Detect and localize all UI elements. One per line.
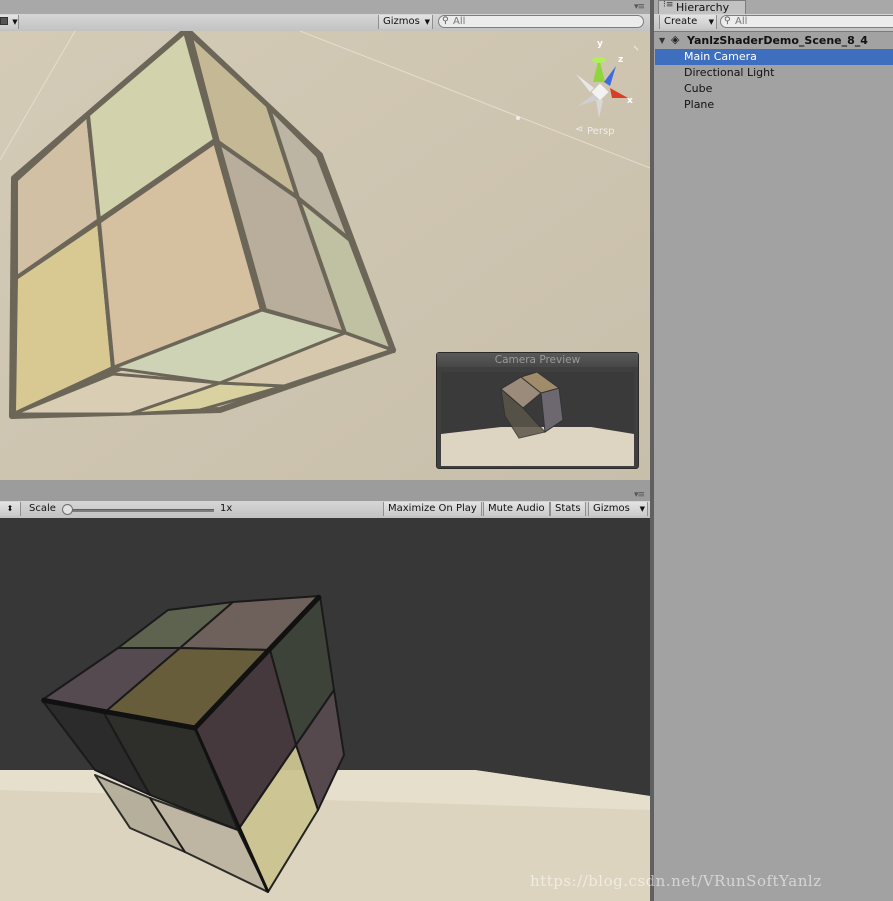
search-icon: ⚲: [442, 16, 449, 26]
scene-view-tabstrip: ▾≡: [0, 0, 650, 15]
scene-view-toolbar: ▼ Gizmos ▼ ⚲ All: [0, 14, 650, 32]
watermark: https://blog.csdn.net/VRunSoftYanlz: [530, 872, 822, 890]
chevron-down-icon: ▼: [12, 18, 18, 26]
hierarchy-scene-row[interactable]: ▼ ◈ YanlzShaderDemo_Scene_8_4: [654, 33, 893, 49]
unity-scene-icon: ◈: [671, 33, 680, 46]
hierarchy-item-main-camera[interactable]: Main Camera: [655, 49, 893, 65]
chevron-down-icon: ▼: [639, 505, 645, 513]
camera-preview-render: [441, 372, 634, 466]
up-down-arrows-icon: ⬍: [6, 504, 14, 513]
hierarchy-tabstrip: ⁝≡ Hierarchy: [654, 0, 893, 15]
scale-label: Scale: [29, 503, 56, 514]
mute-audio-toggle[interactable]: Mute Audio: [483, 502, 550, 516]
scene-gizmos-label: Gizmos: [383, 16, 420, 27]
scene-name: YanlzShaderDemo_Scene_8_4: [687, 34, 868, 47]
camera-preview-window: Camera Preview: [436, 352, 639, 469]
scale-slider-track[interactable]: [66, 509, 214, 512]
stats-toggle[interactable]: Stats: [550, 502, 586, 516]
hierarchy-item-plane[interactable]: Plane: [655, 97, 893, 113]
hierarchy-item-label: Cube: [684, 82, 713, 95]
scene-panel-menu-icon[interactable]: ▾≡: [634, 2, 645, 12]
hierarchy-item-cube[interactable]: Cube: [655, 81, 893, 97]
hierarchy-item-label: Plane: [684, 98, 715, 111]
create-label: Create: [664, 16, 698, 27]
game-gizmos-label: Gizmos: [593, 503, 630, 514]
hierarchy-tab-label: Hierarchy: [676, 1, 730, 14]
draw-mode-icon: [0, 17, 9, 25]
scene-viewport[interactable]: y z x Persp ⋖ Camera Preview: [0, 31, 650, 480]
hierarchy-item-label: Directional Light: [684, 66, 775, 79]
create-button[interactable]: Create ▼: [659, 15, 717, 29]
expand-arrow-icon[interactable]: ▼: [659, 33, 665, 49]
game-gizmos-button[interactable]: Gizmos ▼: [588, 502, 648, 516]
search-icon: ⚲: [724, 16, 731, 26]
hierarchy-search-placeholder: All: [735, 16, 748, 27]
hierarchy-item-label: Main Camera: [684, 50, 757, 63]
chevron-down-icon: ▼: [708, 18, 714, 26]
hierarchy-toolbar: Create ▼ ⚲ All: [654, 14, 893, 32]
scene-gizmos-button[interactable]: Gizmos ▼: [378, 15, 433, 29]
scale-slider-thumb[interactable]: [62, 504, 73, 515]
gizmo-axis-x-label: x: [627, 96, 633, 106]
projection-arrow-icon: ⋖: [575, 124, 584, 135]
scale-value: 1x: [220, 503, 233, 514]
gizmo-axis-y-label: y: [597, 39, 603, 49]
game-render: [0, 518, 650, 901]
panel-splitter[interactable]: [650, 0, 654, 901]
gizmo-axis-z-label: z: [618, 55, 624, 65]
game-viewport[interactable]: [0, 518, 650, 901]
list-icon: ⁝≡: [663, 0, 674, 10]
display-dropdown[interactable]: ⬍: [0, 502, 21, 516]
draw-mode-dropdown[interactable]: ▼: [0, 15, 19, 29]
hierarchy-search-input[interactable]: ⚲ All: [720, 15, 893, 28]
hierarchy-tab[interactable]: ⁝≡ Hierarchy: [658, 0, 746, 15]
game-view-tabstrip: ▾≡: [0, 480, 650, 502]
projection-label[interactable]: Persp: [587, 126, 615, 137]
scene-search-placeholder: All: [453, 16, 466, 27]
game-panel-menu-icon[interactable]: ▾≡: [634, 490, 645, 500]
camera-preview-title: Camera Preview: [437, 353, 638, 367]
hierarchy-item-directional-light[interactable]: Directional Light: [655, 65, 893, 81]
chevron-down-icon: ▼: [424, 18, 430, 26]
maximize-on-play-toggle[interactable]: Maximize On Play: [383, 502, 482, 516]
scene-search-input[interactable]: ⚲ All: [438, 15, 644, 28]
game-view-toolbar: ⬍ Scale 1x Maximize On Play Mute Audio S…: [0, 501, 650, 519]
